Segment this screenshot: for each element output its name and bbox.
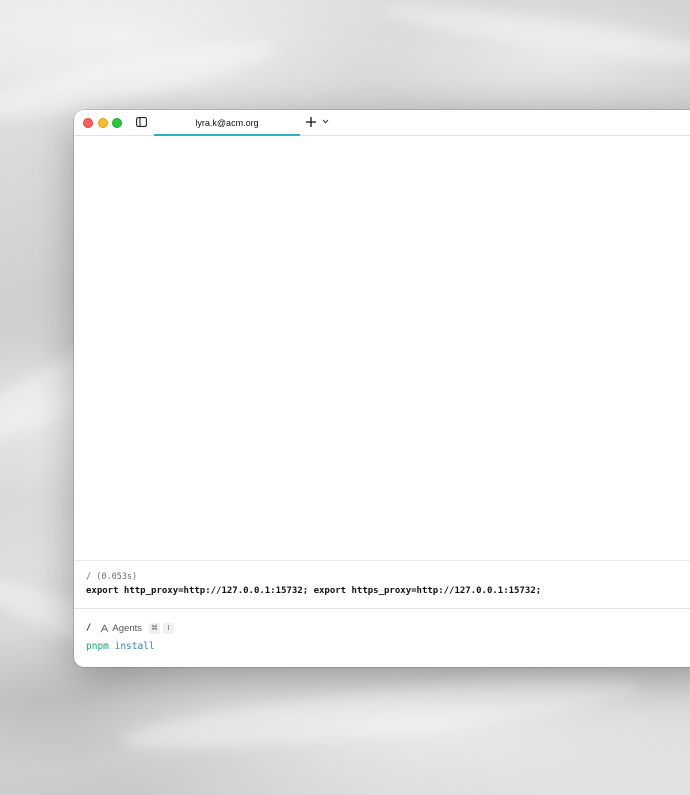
command-input[interactable]: pnpm install bbox=[86, 641, 155, 652]
command-input-area[interactable]: / Agents ⌘ I pnpm install bbox=[74, 608, 690, 667]
agent-icon bbox=[100, 624, 109, 632]
chevron-down-icon[interactable] bbox=[322, 119, 329, 124]
block-metadata: / (0.053s) bbox=[86, 572, 138, 582]
title-bar: lyra.k@acm.org bbox=[74, 110, 690, 136]
shortcut-key-command: ⌘ bbox=[149, 622, 160, 634]
input-command-token: pnpm bbox=[86, 641, 109, 652]
sidebar-icon[interactable] bbox=[136, 117, 147, 127]
shortcut-key-i: I bbox=[163, 622, 174, 634]
minimize-window-button[interactable] bbox=[98, 118, 108, 128]
tab-title: lyra.k@acm.org bbox=[195, 118, 259, 128]
plus-icon[interactable] bbox=[305, 116, 317, 128]
terminal-output-area bbox=[74, 136, 690, 560]
input-argument-token: install bbox=[108, 641, 155, 652]
agents-label: Agents bbox=[112, 622, 142, 634]
block-command-text: export http_proxy=http://127.0.0.1:15732… bbox=[86, 586, 542, 596]
agents-button[interactable]: Agents bbox=[100, 623, 142, 634]
command-block[interactable]: / (0.053s) export http_proxy=http://127.… bbox=[74, 560, 690, 609]
prompt-path: / bbox=[86, 623, 92, 633]
maximize-window-button[interactable] bbox=[112, 118, 122, 128]
close-window-button[interactable] bbox=[83, 118, 93, 128]
prompt-row: / Agents ⌘ I bbox=[86, 621, 177, 635]
tab-session[interactable]: lyra.k@acm.org bbox=[154, 110, 300, 136]
terminal-window: lyra.k@acm.org / (0.053s) export http_pr… bbox=[74, 110, 690, 667]
